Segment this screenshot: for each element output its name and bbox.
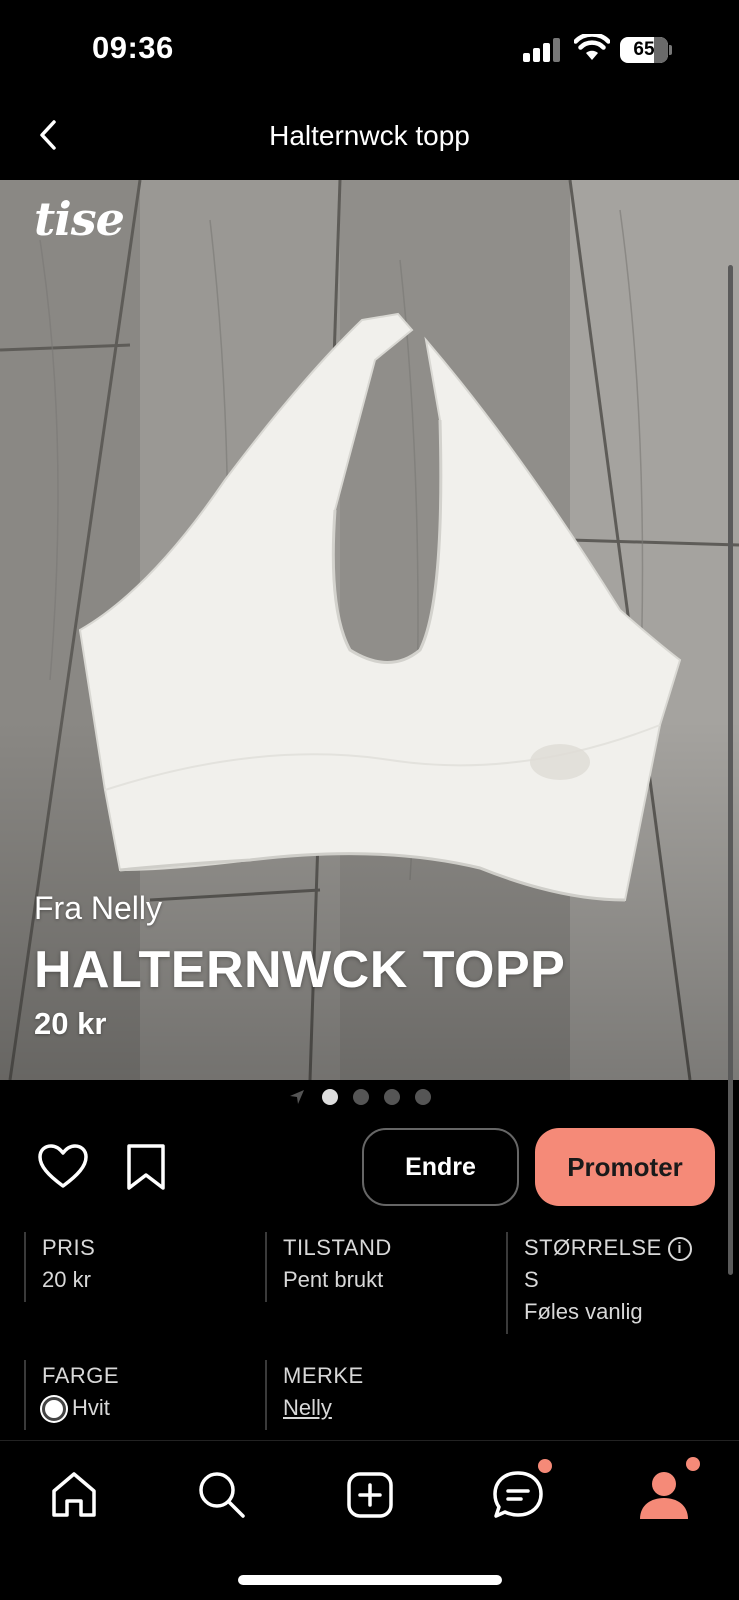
- detail-brand-label: MERKE: [283, 1363, 364, 1388]
- cellular-signal-icon: [523, 38, 563, 62]
- detail-price: PRIS 20 kr: [24, 1232, 95, 1302]
- detail-price-value: 20 kr: [42, 1267, 91, 1292]
- detail-size-value: S: [524, 1267, 539, 1292]
- pager-dot[interactable]: [353, 1089, 369, 1105]
- profile-badge: [686, 1457, 700, 1471]
- tab-bar: [0, 1440, 739, 1600]
- edit-button[interactable]: Endre: [362, 1128, 519, 1206]
- status-bar: 09:36 65: [0, 0, 739, 100]
- location-arrow-icon: [290, 1090, 304, 1104]
- product-photo[interactable]: tise Fra Nelly HALTERNWCK TOPP 20 kr: [0, 180, 739, 1080]
- pager-dot[interactable]: [384, 1089, 400, 1105]
- detail-condition: TILSTAND Pent brukt: [265, 1232, 392, 1302]
- product-title: HALTERNWCK TOPP: [34, 941, 566, 999]
- detail-size: STØRRELSE i S Føles vanlig: [506, 1232, 692, 1334]
- pager-dot[interactable]: [415, 1089, 431, 1105]
- home-indicator: [238, 1575, 502, 1585]
- product-price: 20 kr: [34, 1006, 107, 1041]
- detail-size-fit: Føles vanlig: [524, 1299, 643, 1324]
- detail-color-label: FARGE: [42, 1363, 120, 1388]
- detail-condition-label: TILSTAND: [283, 1235, 392, 1260]
- detail-brand-link[interactable]: Nelly: [283, 1392, 364, 1424]
- home-icon[interactable]: [44, 1465, 104, 1525]
- detail-brand: MERKE Nelly: [265, 1360, 364, 1430]
- messages-badge: [538, 1459, 552, 1473]
- image-pager: [0, 1086, 739, 1108]
- search-icon[interactable]: [192, 1465, 252, 1525]
- tise-logo: tise: [34, 192, 125, 246]
- detail-condition-value: Pent brukt: [283, 1267, 384, 1292]
- detail-color: FARGE Hvit: [24, 1360, 119, 1430]
- add-listing-icon[interactable]: [340, 1465, 400, 1525]
- page-title: Halternwck topp: [269, 120, 470, 151]
- status-time: 09:36: [92, 30, 174, 65]
- color-swatch: [42, 1397, 66, 1422]
- bookmark-icon[interactable]: [124, 1142, 168, 1192]
- detail-price-label: PRIS: [42, 1235, 96, 1260]
- nav-header: Halternwck topp: [0, 100, 739, 180]
- like-heart-icon[interactable]: [36, 1142, 90, 1192]
- detail-size-label: STØRRELSE: [524, 1235, 662, 1260]
- info-icon[interactable]: i: [667, 1237, 692, 1262]
- profile-icon[interactable]: [634, 1465, 694, 1525]
- pager-dot[interactable]: [322, 1089, 338, 1105]
- messages-icon[interactable]: [488, 1465, 548, 1525]
- battery-icon: 65: [620, 37, 672, 63]
- wifi-icon: [574, 34, 610, 60]
- seller-brand-text: Fra Nelly: [34, 890, 163, 926]
- detail-color-value: Hvit: [72, 1395, 110, 1420]
- promote-button[interactable]: Promoter: [535, 1128, 715, 1206]
- battery-percent: 65: [633, 39, 655, 60]
- scrollbar[interactable]: [728, 265, 733, 1275]
